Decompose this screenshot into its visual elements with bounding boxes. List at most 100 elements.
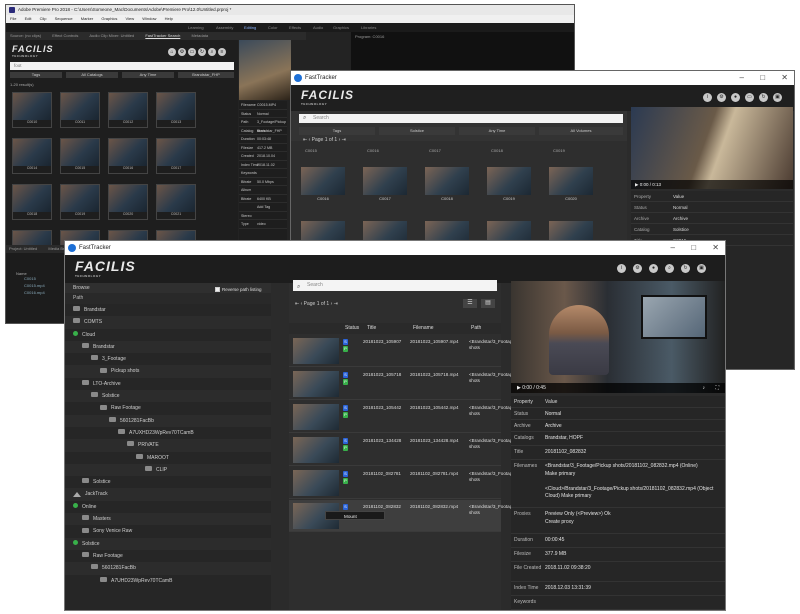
- premiere-thumb[interactable]: C0016: [108, 138, 148, 174]
- tree-item[interactable]: Masters: [65, 513, 271, 526]
- tree-item[interactable]: 3_Footage: [65, 353, 271, 366]
- premiere-thumb[interactable]: C0018: [12, 184, 52, 220]
- info-icon[interactable]: i: [703, 93, 712, 102]
- workspace-graphics[interactable]: Graphics: [333, 23, 349, 32]
- tree-item[interactable]: Brandstar: [65, 340, 271, 354]
- table-row[interactable]: S P 20181023_105907 20181023_105907.mp4 <Bra…: [289, 335, 530, 367]
- menu-edit[interactable]: Edit: [25, 16, 32, 21]
- tree-item[interactable]: COMTS: [65, 316, 271, 329]
- tree-item[interactable]: MAROOT: [65, 451, 271, 464]
- premiere-thumb[interactable]: C0015: [60, 138, 100, 174]
- menu-clip[interactable]: Clip: [40, 16, 47, 21]
- premiere-thumb[interactable]: C0017: [156, 138, 196, 174]
- table-row[interactable]: SP20181102_08283220181102_082832.mp4<Bra…: [289, 500, 530, 532]
- tree-item[interactable]: Raw Footage: [65, 549, 271, 563]
- menu-sequence[interactable]: Sequence: [55, 16, 73, 21]
- window-icon[interactable]: ▣: [773, 93, 782, 102]
- volume-icon[interactable]: ♪: [703, 383, 706, 393]
- maximize-icon[interactable]: □: [691, 243, 696, 252]
- tree-item[interactable]: PRIVATE: [65, 439, 271, 452]
- gear-icon[interactable]: ⚙: [633, 264, 642, 273]
- ft2-thumb[interactable]: C0017: [363, 167, 407, 205]
- settings-icon[interactable]: ≡: [218, 48, 226, 56]
- ft2-pager[interactable]: ⇤ ‹ Page 1 of 1 › ⇥: [303, 137, 346, 143]
- user-icon[interactable]: ●: [731, 93, 740, 102]
- filter-time[interactable]: Any Time: [122, 72, 174, 78]
- ft2-filter-catalog[interactable]: Solstice: [379, 127, 455, 135]
- menu-window[interactable]: Window: [142, 16, 156, 21]
- tree-item[interactable]: Brandstar: [65, 304, 271, 317]
- menu-graphics[interactable]: Graphics: [101, 16, 117, 21]
- tab-source[interactable]: Source: (no clips): [10, 33, 41, 38]
- tree-item[interactable]: A7UHD23WpRev70TCamB: [65, 574, 271, 587]
- tree-item[interactable]: LTO-Archive: [65, 377, 271, 391]
- ft2-thumb[interactable]: C0020: [549, 167, 593, 205]
- tree-item[interactable]: JackTrack: [65, 488, 271, 501]
- ft2-thumb[interactable]: C0016: [301, 167, 345, 205]
- checkbox-icon[interactable]: [215, 287, 220, 293]
- col-path[interactable]: Path: [471, 323, 481, 334]
- tree-item[interactable]: Sony Venice Raw: [65, 525, 271, 538]
- premiere-thumb[interactable]: C0012: [108, 92, 148, 128]
- tree-item[interactable]: CLIP: [65, 463, 271, 477]
- ft2-video-player[interactable]: ▶ 0:00 / 0:13: [631, 107, 793, 189]
- tab-audio-clip-mixer[interactable]: Audio Clip Mixer: Untitled: [89, 33, 134, 38]
- refresh-icon[interactable]: ↻: [681, 264, 690, 273]
- menu-help[interactable]: Help: [165, 16, 173, 21]
- premiere-thumb[interactable]: C0021: [156, 184, 196, 220]
- minimize-icon[interactable]: –: [740, 73, 744, 82]
- list-view-icon[interactable]: ☰: [463, 299, 477, 308]
- gear-icon[interactable]: ⚙: [717, 93, 726, 102]
- tree-item[interactable]: 5601281FacBb: [65, 562, 271, 575]
- ft2-thumb[interactable]: C0018: [425, 167, 469, 205]
- tree-item[interactable]: Pickup shots: [65, 365, 271, 378]
- premiere-thumb[interactable]: C0010: [12, 92, 52, 128]
- refresh-icon[interactable]: ↻: [759, 93, 768, 102]
- tree-item[interactable]: Solstice: [65, 390, 271, 403]
- tab-effect-controls[interactable]: Effect Controls: [52, 33, 78, 38]
- filter-catalog-select[interactable]: Brandstar_FHP: [178, 72, 234, 78]
- table-row[interactable]: S P 20181023_134428 20181023_134428.mp4 <Bra…: [289, 434, 530, 466]
- home-icon[interactable]: ⌂: [168, 48, 176, 56]
- menu-file[interactable]: File: [10, 16, 16, 21]
- table-row[interactable]: S P 20181023_105442 20181023_105442.mp4 <Bra…: [289, 401, 530, 433]
- premiere-thumb[interactable]: C0013: [156, 92, 196, 128]
- premiere-thumb[interactable]: C0020: [108, 184, 148, 220]
- col-status[interactable]: Status: [345, 323, 359, 334]
- ft2-thumb[interactable]: C0019: [487, 167, 531, 205]
- tree-item[interactable]: Raw Footage: [65, 402, 271, 415]
- filter-tags[interactable]: Tags: [10, 72, 62, 78]
- workspace-color[interactable]: Color: [268, 23, 278, 32]
- folder-icon[interactable]: ▭: [745, 93, 754, 102]
- search-icon[interactable]: ⌕: [208, 48, 216, 56]
- ft2-filter-tags[interactable]: Tags: [299, 127, 375, 135]
- ft2-search-input[interactable]: ⌕ Search: [299, 114, 623, 123]
- table-row[interactable]: S P 20181023_105718 20181023_105718.mp4 <Bra…: [289, 368, 530, 400]
- window-icon[interactable]: ▣: [697, 264, 706, 273]
- workspace-learning[interactable]: Learning: [188, 23, 204, 32]
- premiere-thumb[interactable]: C0014: [12, 138, 52, 174]
- search-icon[interactable]: ⌕: [665, 264, 674, 273]
- col-title[interactable]: Title: [367, 323, 376, 334]
- tree-item[interactable]: Solstice: [65, 537, 271, 550]
- tree-item[interactable]: A7UXHD23WpRev70TCamB: [65, 426, 271, 440]
- premiere-search-input[interactable]: foot: [10, 62, 234, 70]
- filter-catalogs[interactable]: All Catalogs: [66, 72, 118, 78]
- workspace-libraries[interactable]: Libraries: [361, 23, 376, 32]
- tab-metadata[interactable]: Metadata: [191, 33, 208, 38]
- ft1-pager[interactable]: ⇤ ‹ Page 1 of 1 › ⇥: [295, 301, 338, 307]
- fullscreen-icon[interactable]: ⛶: [715, 383, 719, 393]
- ft2-player-controls[interactable]: ▶ 0:00 / 0:13: [631, 180, 793, 189]
- info-icon[interactable]: i: [617, 264, 626, 273]
- tree-item[interactable]: Online: [65, 500, 271, 514]
- user-icon[interactable]: ●: [649, 264, 658, 273]
- menu-view[interactable]: View: [125, 16, 134, 21]
- minimize-icon[interactable]: –: [671, 243, 675, 252]
- menu-marker[interactable]: Marker: [81, 16, 93, 21]
- workspace-assembly[interactable]: Assembly: [216, 23, 233, 32]
- folder-icon[interactable]: ▭: [188, 48, 196, 56]
- col-filename[interactable]: Filename: [413, 323, 434, 334]
- premiere-thumb[interactable]: C0011: [60, 92, 100, 128]
- ft2-filter-volumes[interactable]: All Volumes: [539, 127, 623, 135]
- workspace-audio[interactable]: Audio: [313, 23, 323, 32]
